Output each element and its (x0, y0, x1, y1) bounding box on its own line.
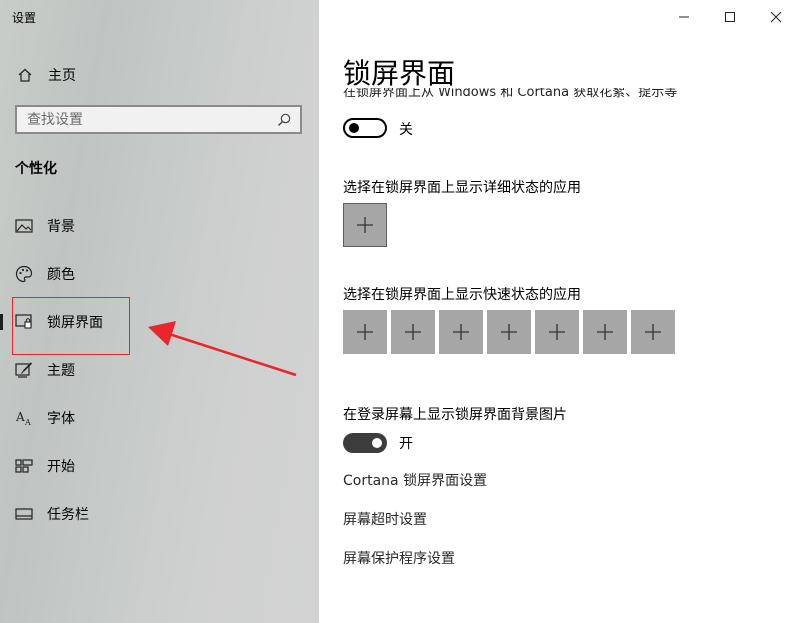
theme-brush-icon (14, 360, 34, 380)
home-icon (16, 66, 34, 84)
sidebar-item-label: 主题 (47, 363, 75, 379)
search-input[interactable] (17, 107, 272, 132)
cortana-lock-screen-settings-link[interactable]: Cortana 锁屏界面设置 (343, 470, 487, 490)
page-title: 锁屏界面 (343, 57, 456, 90)
plus-icon (357, 324, 373, 340)
screen-saver-settings-link[interactable]: 屏幕保护程序设置 (343, 548, 455, 568)
home-nav[interactable]: 主页 (16, 64, 76, 86)
quick-status-add-button[interactable] (391, 310, 435, 354)
screen-timeout-settings-link[interactable]: 屏幕超时设置 (343, 509, 427, 529)
plus-icon (453, 324, 469, 340)
main-panel: 锁屏界面 在锁屏界面上从 Windows 和 Cortana 获取花絮、提示等 … (319, 0, 792, 623)
sidebar-item-colors[interactable]: 颜色 (0, 257, 319, 291)
picture-icon (14, 216, 34, 236)
sidebar-item-background[interactable]: 背景 (0, 209, 319, 243)
quick-status-label: 选择在锁屏界面上显示快速状态的应用 (343, 287, 581, 303)
quick-status-add-button[interactable] (535, 310, 579, 354)
tips-toggle[interactable] (343, 118, 387, 138)
login-background-label: 在登录屏幕上显示锁屏界面背景图片 (343, 407, 567, 423)
search-box[interactable] (15, 105, 302, 134)
start-tiles-icon (14, 456, 34, 476)
login-background-toggle-label: 开 (399, 436, 413, 452)
search-icon[interactable] (272, 108, 296, 132)
section-title: 个性化 (15, 161, 57, 177)
plus-icon (549, 324, 565, 340)
svg-text:A: A (24, 418, 31, 426)
selection-indicator (0, 314, 3, 330)
sidebar-item-label: 背景 (47, 219, 75, 235)
plus-icon (597, 324, 613, 340)
quick-status-add-button[interactable] (439, 310, 483, 354)
sidebar-item-label: 任务栏 (47, 507, 89, 523)
quick-status-add-button[interactable] (631, 310, 675, 354)
sidebar-item-fonts[interactable]: AA 字体 (0, 401, 319, 435)
plus-icon (357, 217, 373, 233)
maximize-icon[interactable] (707, 4, 753, 30)
sidebar-item-label: 字体 (47, 411, 75, 427)
plus-icon (501, 324, 517, 340)
home-label: 主页 (48, 68, 76, 84)
palette-icon (14, 264, 34, 284)
detailed-status-add-button[interactable] (343, 203, 387, 247)
quick-status-add-button[interactable] (343, 310, 387, 354)
quick-status-add-button[interactable] (487, 310, 531, 354)
sidebar-item-themes[interactable]: 主题 (0, 353, 319, 387)
toggle-knob (372, 438, 382, 448)
detailed-status-label: 选择在锁屏界面上显示详细状态的应用 (343, 180, 581, 196)
annotation-highlight-box (12, 297, 130, 355)
plus-icon (405, 324, 421, 340)
sidebar-item-label: 颜色 (47, 267, 75, 283)
sidebar-item-taskbar[interactable]: 任务栏 (0, 497, 319, 531)
svg-text:A: A (15, 410, 25, 424)
sidebar-item-start[interactable]: 开始 (0, 449, 319, 483)
login-background-toggle[interactable] (343, 433, 387, 453)
plus-icon (645, 324, 661, 340)
close-icon[interactable] (753, 4, 792, 30)
font-icon: AA (14, 408, 34, 428)
sidebar: 设置 主页 个性化 背景 颜色 锁屏界面 主题 (0, 0, 319, 623)
tips-toggle-label: 关 (399, 122, 413, 138)
taskbar-icon (14, 504, 34, 524)
app-title: 设置 (12, 11, 37, 25)
quick-status-add-button[interactable] (583, 310, 627, 354)
minimize-icon[interactable] (661, 4, 707, 30)
clipped-description: 在锁屏界面上从 Windows 和 Cortana 获取花絮、提示等 (343, 88, 678, 100)
sidebar-item-label: 开始 (47, 459, 75, 475)
toggle-knob (349, 123, 359, 133)
